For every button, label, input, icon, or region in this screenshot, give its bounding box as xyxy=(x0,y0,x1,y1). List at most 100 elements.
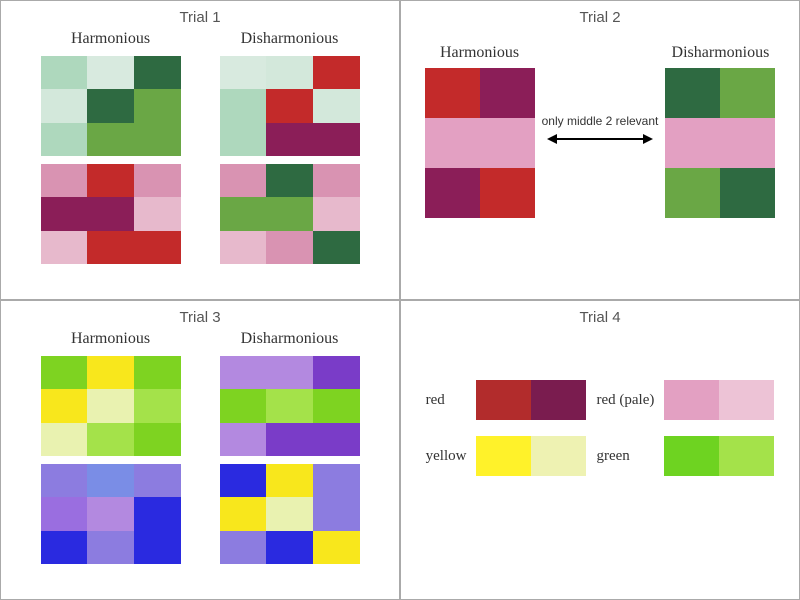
trial-3-content: Harmonious Disharmonious xyxy=(1,330,399,574)
swatch-cell xyxy=(476,380,531,420)
swatch-cell xyxy=(220,531,267,564)
swatch-cell xyxy=(313,123,360,156)
swatch-cell xyxy=(425,168,480,218)
swatch-cell xyxy=(87,531,134,564)
swatch-cell xyxy=(313,164,360,197)
swatch-cell xyxy=(220,464,267,497)
trials-wrap: Trial 1 Harmonious Disharmonious Trial 2… xyxy=(0,0,800,600)
swatch-cell xyxy=(720,68,775,118)
trial-2-panel: Trial 2 Harmonious only middle 2 relevan… xyxy=(400,0,800,300)
swatch-cell xyxy=(480,68,535,118)
t4-label-2: yellow xyxy=(426,448,467,465)
swatch-cell xyxy=(313,531,360,564)
swatch-cell xyxy=(266,89,313,122)
swatch-cell xyxy=(41,389,88,422)
swatch-cell xyxy=(220,423,267,456)
swatch-cell xyxy=(664,436,719,476)
swatch-cell xyxy=(87,123,134,156)
swatch-cell xyxy=(87,423,134,456)
swatch-cell xyxy=(266,231,313,264)
swatch-cell xyxy=(41,89,88,122)
swatch-cell xyxy=(220,123,267,156)
t4-pair-0 xyxy=(476,380,586,420)
swatch-cell xyxy=(134,497,181,530)
swatch-cell xyxy=(134,231,181,264)
swatch-cell xyxy=(266,531,313,564)
swatch-cell xyxy=(134,531,181,564)
trial-3-grid-top-h xyxy=(41,356,181,456)
swatch-cell xyxy=(266,389,313,422)
t4-pair-2 xyxy=(476,436,586,476)
swatch-cell xyxy=(476,436,531,476)
trial-1-grid-top-d xyxy=(220,56,360,156)
swatch-cell xyxy=(313,464,360,497)
swatch-cell xyxy=(266,197,313,230)
trial-1-title: Trial 1 xyxy=(1,9,399,26)
swatch-cell xyxy=(425,118,480,168)
swatch-cell xyxy=(266,164,313,197)
trial-3-panel: Trial 3 Harmonious Disharmonious xyxy=(0,300,400,600)
swatch-cell xyxy=(87,497,134,530)
trial-1-grid-top-h xyxy=(41,56,181,156)
trial-2-title: Trial 2 xyxy=(401,9,799,26)
swatch-cell xyxy=(665,118,720,168)
swatch-cell xyxy=(41,231,88,264)
swatch-cell xyxy=(313,89,360,122)
swatch-cell xyxy=(266,423,313,456)
swatch-cell xyxy=(41,56,88,89)
swatch-cell xyxy=(313,56,360,89)
trial-3-label-d: Disharmonious xyxy=(241,330,339,348)
trial-4-content: red red (pale) yellow green xyxy=(401,330,799,486)
trial-2-label-d: Disharmonious xyxy=(665,44,775,62)
swatch-cell xyxy=(41,197,88,230)
swatch-cell xyxy=(134,123,181,156)
swatch-cell xyxy=(87,56,134,89)
t4-pair-1 xyxy=(664,380,774,420)
trial-2-mid-text: only middle 2 relevant xyxy=(542,114,659,128)
t4-label-0: red xyxy=(426,392,467,409)
swatch-cell xyxy=(313,197,360,230)
t4-label-3: green xyxy=(596,448,654,465)
trial-1-label-d: Disharmonious xyxy=(241,30,339,48)
swatch-cell xyxy=(720,168,775,218)
swatch-cell xyxy=(87,231,134,264)
trial-3-grid-top-d xyxy=(220,356,360,456)
swatch-cell xyxy=(41,464,88,497)
swatch-cell xyxy=(220,389,267,422)
swatch-cell xyxy=(87,197,134,230)
swatch-cell xyxy=(480,168,535,218)
swatch-cell xyxy=(41,531,88,564)
swatch-cell xyxy=(41,497,88,530)
swatch-cell xyxy=(313,423,360,456)
swatch-cell xyxy=(266,56,313,89)
swatch-cell xyxy=(87,356,134,389)
swatch-cell xyxy=(664,380,719,420)
trial-1-content: Harmonious Disharmonious xyxy=(1,30,399,274)
trial-2-col-h: Harmonious xyxy=(425,44,535,218)
trial-2-grid-d xyxy=(665,68,775,218)
swatch-cell xyxy=(134,56,181,89)
trial-1-grid-bot-d xyxy=(220,164,360,264)
swatch-cell xyxy=(220,497,267,530)
swatch-cell xyxy=(220,56,267,89)
swatch-cell xyxy=(220,356,267,389)
t4-pair-3 xyxy=(664,436,774,476)
trial-1-panel: Trial 1 Harmonious Disharmonious xyxy=(0,0,400,300)
trial-3-title: Trial 3 xyxy=(1,309,399,326)
swatch-cell xyxy=(313,497,360,530)
trial-3-label-h: Harmonious xyxy=(71,330,150,348)
trial-1-grid-bot-h xyxy=(41,164,181,264)
trial-2-label-h: Harmonious xyxy=(425,44,535,62)
swatch-cell xyxy=(134,389,181,422)
swatch-cell xyxy=(220,197,267,230)
swatch-cell xyxy=(220,164,267,197)
swatch-cell xyxy=(665,168,720,218)
swatch-cell xyxy=(41,123,88,156)
swatch-cell xyxy=(720,118,775,168)
double-arrow-icon xyxy=(545,130,655,148)
swatch-cell xyxy=(134,356,181,389)
swatch-cell xyxy=(719,436,774,476)
swatch-cell xyxy=(41,164,88,197)
swatch-cell xyxy=(134,423,181,456)
trial-2-mid: only middle 2 relevant xyxy=(542,114,659,148)
